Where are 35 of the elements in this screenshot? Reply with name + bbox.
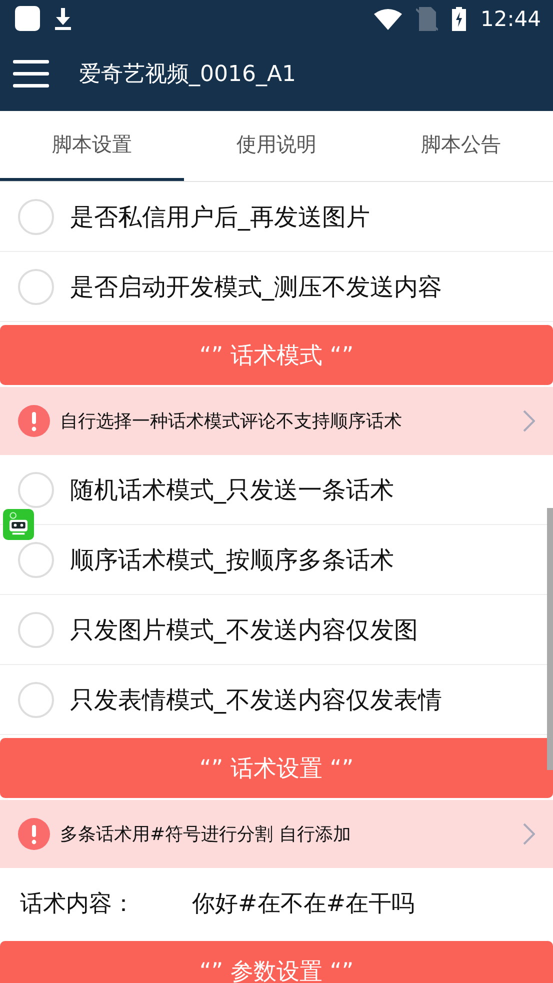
radio-button[interactable] (18, 682, 54, 718)
radio-button[interactable] (18, 542, 54, 578)
notice-text: 多条话术用#符号进行分割 自行添加 (60, 823, 352, 846)
battery-icon (452, 6, 466, 30)
chevron-icon[interactable] (523, 410, 535, 432)
option-label: 随机话术模式_只发送一条话术 (70, 474, 394, 506)
wifi-icon (374, 8, 402, 30)
field-label: 话术内容： (20, 890, 136, 918)
notification-icon (15, 6, 40, 31)
radio-button[interactable] (18, 198, 54, 234)
chevron-icon[interactable] (523, 823, 535, 845)
radio-button[interactable] (18, 612, 54, 648)
notice-text: 自行选择一种话术模式评论不支持顺序话术 (60, 410, 403, 433)
radio-button[interactable] (18, 472, 54, 508)
tab[interactable]: 脚本设置 (0, 111, 184, 181)
option-label: 只发图片模式_不发送内容仅发图 (70, 614, 418, 646)
warning-icon (18, 405, 50, 437)
option-label: 是否私信用户后_再发送图片 (70, 202, 370, 232)
tab[interactable]: 脚本公告 (368, 111, 553, 181)
clock: 12:44 (480, 6, 541, 30)
no-sim-icon (416, 6, 438, 30)
radio-button[interactable] (18, 268, 54, 304)
section-header: “” 话术设置 “” (0, 738, 553, 798)
option-label: 是否启动开发模式_测压不发送内容 (70, 272, 442, 302)
menu-icon[interactable] (13, 60, 49, 88)
download-icon (54, 8, 72, 30)
robot-app-icon[interactable] (3, 509, 34, 540)
option-label: 顺序话术模式_按顺序多条话术 (70, 544, 394, 576)
section-header: “” 参数设置 “” (0, 941, 553, 983)
section-header: “” 话术模式 “” (0, 325, 553, 385)
app-title: 爱奇艺视频_0016_A1 (79, 61, 296, 89)
warning-icon (18, 818, 50, 850)
tab[interactable]: 使用说明 (184, 111, 369, 181)
input-field[interactable]: 你好#在不在#在干吗 (192, 888, 415, 918)
option-label: 只发表情模式_不发送内容仅发表情 (70, 684, 442, 716)
